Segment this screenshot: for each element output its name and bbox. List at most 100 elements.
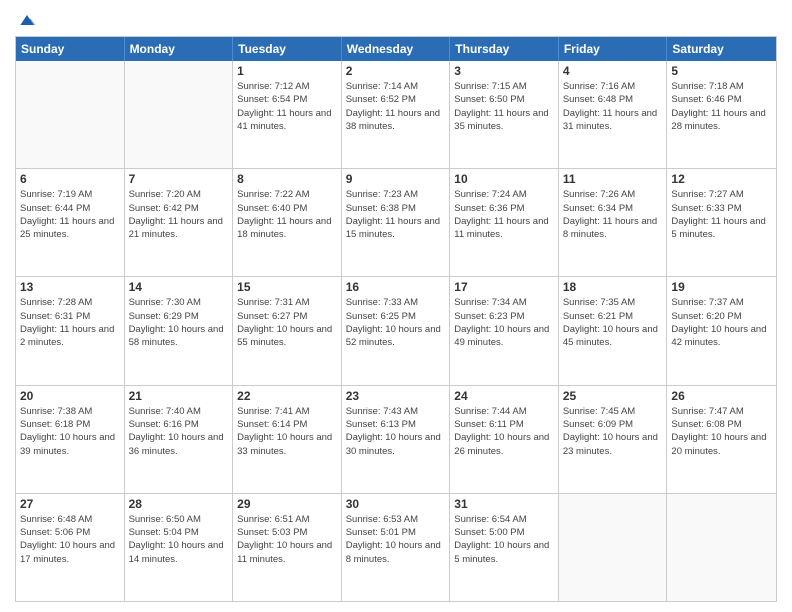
day-number: 27 bbox=[20, 497, 120, 511]
day-number: 5 bbox=[671, 64, 772, 78]
day-info: Sunrise: 7:28 AM Sunset: 6:31 PM Dayligh… bbox=[20, 296, 120, 349]
day-number: 1 bbox=[237, 64, 337, 78]
day-cell-1: 1Sunrise: 7:12 AM Sunset: 6:54 PM Daylig… bbox=[233, 61, 342, 168]
day-cell-23: 23 Sunrise: 7:43 AM Sunset: 6:13 PM Dayli… bbox=[342, 386, 451, 493]
day-number: 29 bbox=[237, 497, 337, 511]
day-number: 6 bbox=[20, 172, 120, 186]
day-cell-30: 30 Sunrise: 6:53 AM Sunset: 5:01 PM Dayli… bbox=[342, 494, 451, 601]
day-number: 12 bbox=[671, 172, 772, 186]
day-number: 21 bbox=[129, 389, 229, 403]
header-day-sunday: Sunday bbox=[16, 37, 125, 61]
logo bbox=[15, 10, 37, 30]
day-info: Sunrise: 7:23 AM Sunset: 6:38 PM Dayligh… bbox=[346, 188, 446, 241]
day-number: 22 bbox=[237, 389, 337, 403]
logo-icon bbox=[17, 10, 37, 30]
day-number: 7 bbox=[129, 172, 229, 186]
day-info: Sunrise: 7:24 AM Sunset: 6:36 PM Dayligh… bbox=[454, 188, 554, 241]
day-cell-28: 28 Sunrise: 6:50 AM Sunset: 5:04 PM Dayli… bbox=[125, 494, 234, 601]
day-info: Sunrise: 7:31 AM Sunset: 6:27 PM Dayligh… bbox=[237, 296, 337, 349]
day-info: Sunrise: 7:35 AM Sunset: 6:21 PM Dayligh… bbox=[563, 296, 663, 349]
day-cell-27: 27Sunrise: 6:48 AM Sunset: 5:06 PM Dayli… bbox=[16, 494, 125, 601]
day-cell-19: 19 Sunrise: 7:37 AM Sunset: 6:20 PM Dayli… bbox=[667, 277, 776, 384]
day-cell-14: 14 Sunrise: 7:30 AM Sunset: 6:29 PM Dayli… bbox=[125, 277, 234, 384]
day-cell-9: 9 Sunrise: 7:23 AM Sunset: 6:38 PM Daylig… bbox=[342, 169, 451, 276]
day-cell-11: 11 Sunrise: 7:26 AM Sunset: 6:34 PM Dayli… bbox=[559, 169, 668, 276]
day-cell-empty bbox=[125, 61, 234, 168]
day-number: 9 bbox=[346, 172, 446, 186]
day-info: Sunrise: 7:34 AM Sunset: 6:23 PM Dayligh… bbox=[454, 296, 554, 349]
day-info: Sunrise: 6:53 AM Sunset: 5:01 PM Dayligh… bbox=[346, 513, 446, 566]
day-number: 13 bbox=[20, 280, 120, 294]
day-number: 17 bbox=[454, 280, 554, 294]
calendar-row-3: 20 Sunrise: 7:38 AM Sunset: 6:18 PM Dayli… bbox=[16, 385, 776, 493]
day-info: Sunrise: 7:14 AM Sunset: 6:52 PM Dayligh… bbox=[346, 80, 446, 133]
calendar-row-1: 6 Sunrise: 7:19 AM Sunset: 6:44 PM Daylig… bbox=[16, 168, 776, 276]
calendar-row-0: 1Sunrise: 7:12 AM Sunset: 6:54 PM Daylig… bbox=[16, 61, 776, 168]
day-number: 30 bbox=[346, 497, 446, 511]
day-cell-10: 10 Sunrise: 7:24 AM Sunset: 6:36 PM Dayli… bbox=[450, 169, 559, 276]
day-number: 10 bbox=[454, 172, 554, 186]
day-info: Sunrise: 6:51 AM Sunset: 5:03 PM Dayligh… bbox=[237, 513, 337, 566]
header-day-friday: Friday bbox=[559, 37, 668, 61]
day-number: 26 bbox=[671, 389, 772, 403]
day-cell-16: 16 Sunrise: 7:33 AM Sunset: 6:25 PM Dayli… bbox=[342, 277, 451, 384]
day-info: Sunrise: 7:38 AM Sunset: 6:18 PM Dayligh… bbox=[20, 405, 120, 458]
page: SundayMondayTuesdayWednesdayThursdayFrid… bbox=[0, 0, 792, 612]
day-cell-21: 21 Sunrise: 7:40 AM Sunset: 6:16 PM Dayli… bbox=[125, 386, 234, 493]
day-number: 2 bbox=[346, 64, 446, 78]
day-cell-6: 6 Sunrise: 7:19 AM Sunset: 6:44 PM Daylig… bbox=[16, 169, 125, 276]
day-info: Sunrise: 7:45 AM Sunset: 6:09 PM Dayligh… bbox=[563, 405, 663, 458]
calendar-header: SundayMondayTuesdayWednesdayThursdayFrid… bbox=[16, 37, 776, 61]
calendar-row-4: 27Sunrise: 6:48 AM Sunset: 5:06 PM Dayli… bbox=[16, 493, 776, 601]
day-number: 19 bbox=[671, 280, 772, 294]
day-number: 28 bbox=[129, 497, 229, 511]
calendar: SundayMondayTuesdayWednesdayThursdayFrid… bbox=[15, 36, 777, 602]
day-info: Sunrise: 7:22 AM Sunset: 6:40 PM Dayligh… bbox=[237, 188, 337, 241]
day-info: Sunrise: 7:40 AM Sunset: 6:16 PM Dayligh… bbox=[129, 405, 229, 458]
header-day-saturday: Saturday bbox=[667, 37, 776, 61]
day-number: 14 bbox=[129, 280, 229, 294]
day-info: Sunrise: 7:33 AM Sunset: 6:25 PM Dayligh… bbox=[346, 296, 446, 349]
day-number: 31 bbox=[454, 497, 554, 511]
day-cell-empty bbox=[559, 494, 668, 601]
day-cell-18: 18 Sunrise: 7:35 AM Sunset: 6:21 PM Dayli… bbox=[559, 277, 668, 384]
day-info: Sunrise: 7:20 AM Sunset: 6:42 PM Dayligh… bbox=[129, 188, 229, 241]
day-number: 23 bbox=[346, 389, 446, 403]
day-number: 3 bbox=[454, 64, 554, 78]
header-day-tuesday: Tuesday bbox=[233, 37, 342, 61]
day-number: 8 bbox=[237, 172, 337, 186]
day-number: 16 bbox=[346, 280, 446, 294]
day-info: Sunrise: 7:16 AM Sunset: 6:48 PM Dayligh… bbox=[563, 80, 663, 133]
day-number: 4 bbox=[563, 64, 663, 78]
day-number: 20 bbox=[20, 389, 120, 403]
day-number: 11 bbox=[563, 172, 663, 186]
calendar-row-2: 13 Sunrise: 7:28 AM Sunset: 6:31 PM Dayli… bbox=[16, 276, 776, 384]
calendar-body: 1Sunrise: 7:12 AM Sunset: 6:54 PM Daylig… bbox=[16, 61, 776, 601]
day-info: Sunrise: 7:26 AM Sunset: 6:34 PM Dayligh… bbox=[563, 188, 663, 241]
day-cell-20: 20 Sunrise: 7:38 AM Sunset: 6:18 PM Dayli… bbox=[16, 386, 125, 493]
day-cell-25: 25 Sunrise: 7:45 AM Sunset: 6:09 PM Dayli… bbox=[559, 386, 668, 493]
day-number: 25 bbox=[563, 389, 663, 403]
header-day-monday: Monday bbox=[125, 37, 234, 61]
day-cell-24: 24Sunrise: 7:44 AM Sunset: 6:11 PM Dayli… bbox=[450, 386, 559, 493]
day-cell-31: 31Sunrise: 6:54 AM Sunset: 5:00 PM Dayli… bbox=[450, 494, 559, 601]
day-info: Sunrise: 6:50 AM Sunset: 5:04 PM Dayligh… bbox=[129, 513, 229, 566]
day-info: Sunrise: 7:37 AM Sunset: 6:20 PM Dayligh… bbox=[671, 296, 772, 349]
day-info: Sunrise: 7:43 AM Sunset: 6:13 PM Dayligh… bbox=[346, 405, 446, 458]
header-day-thursday: Thursday bbox=[450, 37, 559, 61]
day-cell-12: 12 Sunrise: 7:27 AM Sunset: 6:33 PM Dayli… bbox=[667, 169, 776, 276]
day-number: 18 bbox=[563, 280, 663, 294]
day-cell-8: 8 Sunrise: 7:22 AM Sunset: 6:40 PM Daylig… bbox=[233, 169, 342, 276]
day-cell-13: 13 Sunrise: 7:28 AM Sunset: 6:31 PM Dayli… bbox=[16, 277, 125, 384]
day-info: Sunrise: 7:19 AM Sunset: 6:44 PM Dayligh… bbox=[20, 188, 120, 241]
day-cell-2: 2 Sunrise: 7:14 AM Sunset: 6:52 PM Daylig… bbox=[342, 61, 451, 168]
day-number: 15 bbox=[237, 280, 337, 294]
day-cell-26: 26 Sunrise: 7:47 AM Sunset: 6:08 PM Dayli… bbox=[667, 386, 776, 493]
day-info: Sunrise: 7:27 AM Sunset: 6:33 PM Dayligh… bbox=[671, 188, 772, 241]
day-info: Sunrise: 7:47 AM Sunset: 6:08 PM Dayligh… bbox=[671, 405, 772, 458]
day-info: Sunrise: 7:30 AM Sunset: 6:29 PM Dayligh… bbox=[129, 296, 229, 349]
day-cell-3: 3Sunrise: 7:15 AM Sunset: 6:50 PM Daylig… bbox=[450, 61, 559, 168]
day-cell-17: 17 Sunrise: 7:34 AM Sunset: 6:23 PM Dayli… bbox=[450, 277, 559, 384]
header-day-wednesday: Wednesday bbox=[342, 37, 451, 61]
day-cell-7: 7 Sunrise: 7:20 AM Sunset: 6:42 PM Daylig… bbox=[125, 169, 234, 276]
